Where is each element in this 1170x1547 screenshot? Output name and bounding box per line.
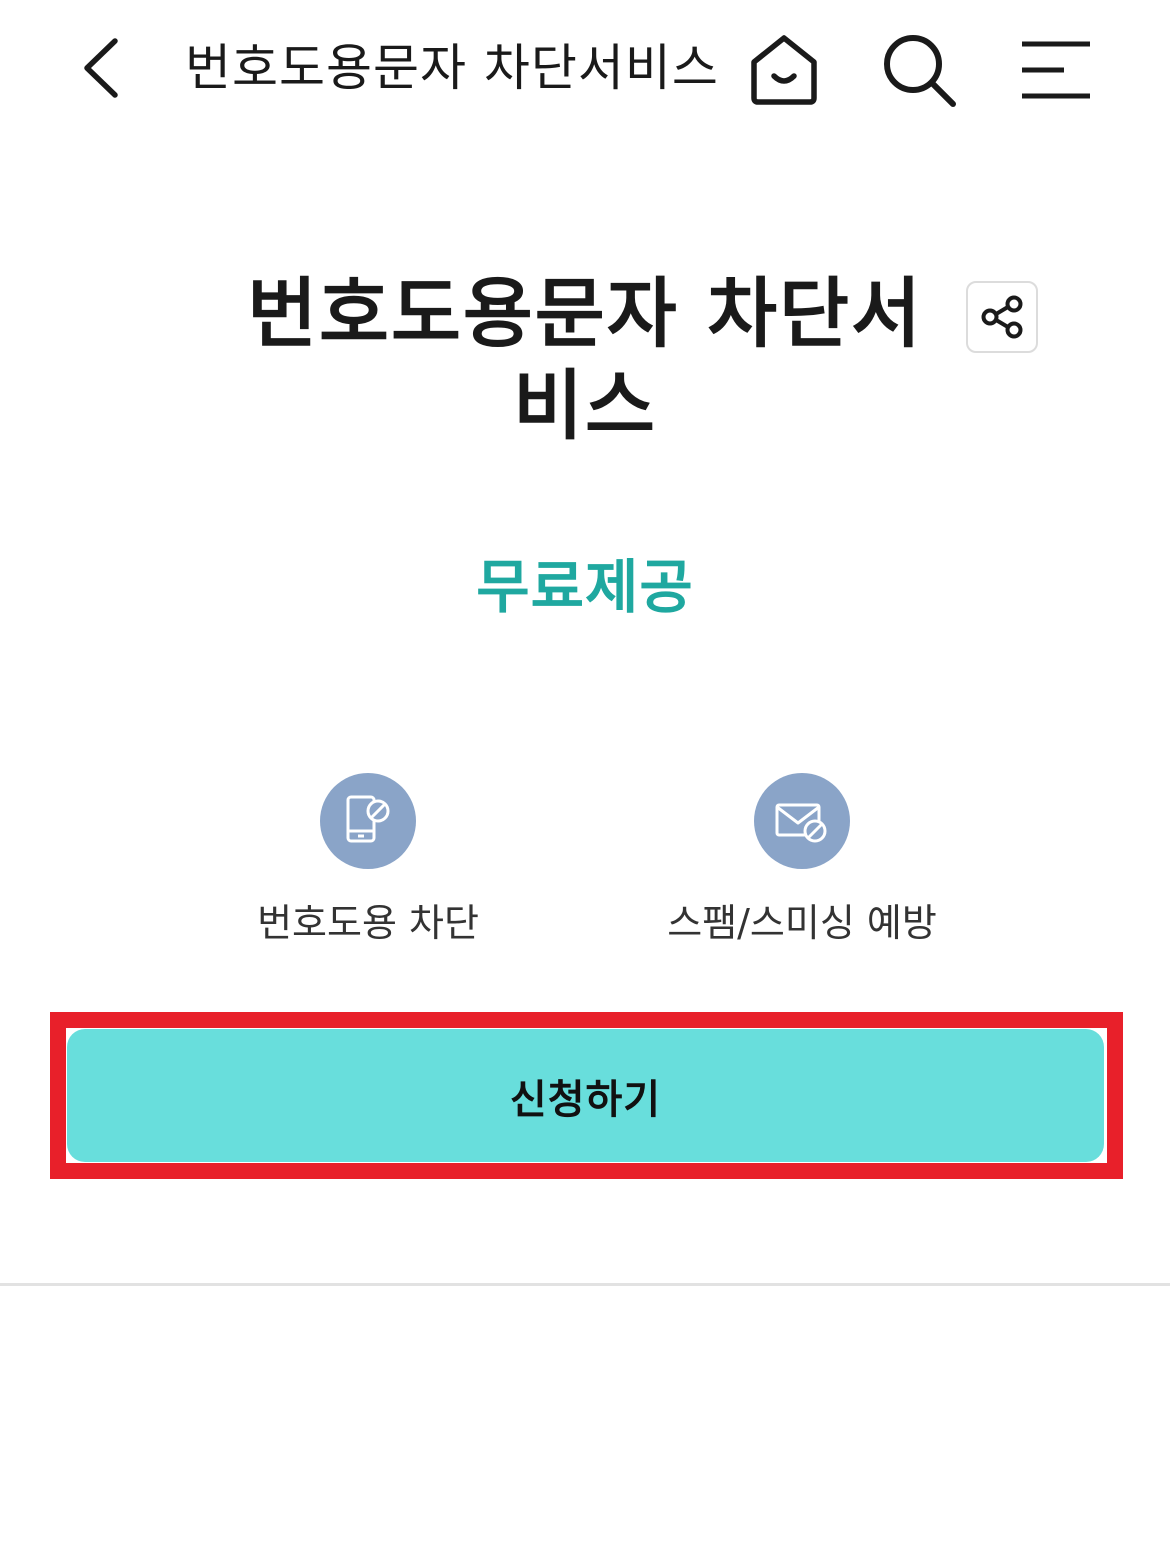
header-title: 번호도용문자 차단서비스 (185, 39, 719, 97)
search-icon (884, 35, 956, 107)
feature-label: 번호도용 차단 (257, 901, 479, 945)
chevron-left-icon (84, 38, 118, 98)
price-label: 무료제공 (476, 553, 694, 621)
feature-icon-circle (320, 773, 416, 869)
phone-block-icon (346, 795, 390, 843)
mail-block-icon (775, 803, 827, 843)
back-button[interactable] (60, 30, 140, 106)
menu-icon (1022, 41, 1090, 99)
share-button[interactable] (966, 281, 1038, 353)
feature-spam-block: 스팸/스미싱 예방 (622, 773, 982, 947)
top-bar: 번호도용문자 차단서비스 (0, 0, 1170, 140)
home-icon (751, 35, 817, 105)
home-button[interactable] (740, 26, 828, 114)
divider (0, 1283, 1170, 1286)
share-icon (981, 295, 1023, 339)
feature-label: 스팸/스미싱 예방 (667, 901, 937, 945)
menu-button[interactable] (1010, 26, 1098, 114)
apply-button[interactable]: 신청하기 (67, 1029, 1104, 1162)
feature-number-block: 번호도용 차단 (188, 773, 548, 947)
search-button[interactable] (875, 26, 963, 114)
page-title: 번호도용문자 차단서비스 (247, 269, 923, 450)
feature-icon-circle (754, 773, 850, 869)
